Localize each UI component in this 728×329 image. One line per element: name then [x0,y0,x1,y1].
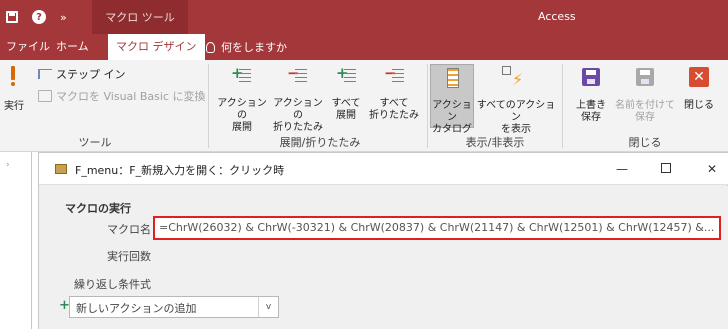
collapse-all-line2: 折りたたみ [369,110,419,121]
collapse-action-icon: − [287,66,309,86]
macro-name-value: =ChrW(26032) & ChrW(-30321) & ChrW(20837… [159,221,715,234]
save-icon[interactable] [6,11,18,23]
navigation-pane[interactable]: › [0,152,32,329]
tab-macro-design[interactable]: マクロ デザイン [108,34,205,60]
macro-name-field[interactable]: =ChrW(26032) & ChrW(-30321) & ChrW(20837… [153,216,721,240]
step-in-label: ステップ イン [56,68,126,81]
macro-name-label: マクロ名 [107,223,151,236]
group-separator [427,64,428,148]
save-button[interactable]: 上書き 保存 [570,100,612,124]
maximize-button[interactable] [653,159,679,179]
more-commands-icon[interactable]: » [60,11,67,24]
step-in-button[interactable]: ステップ イン [38,66,126,82]
repeat-count-label: 実行回数 [107,250,151,263]
save-line2: 保存 [581,112,601,123]
lightbulb-icon [206,41,215,53]
save-as-disk-icon [636,68,654,86]
collapse-action-button[interactable]: アクションの 折りたたみ [270,98,326,134]
group-label-expand-collapse: 展開/折りたたみ [279,136,361,149]
macro-window: F_menu：F_新規入力を開く：クリック時 — ✕ マクロの実行 マクロ名 =… [38,152,728,329]
group-separator [562,64,563,148]
expand-all-button[interactable]: すべて 展開 [326,98,366,122]
help-icon[interactable]: ? [32,10,46,24]
group-label-close: 閉じる [628,136,662,149]
show-all-actions-line1: すべてのアクション [476,100,556,123]
save-as-line1: 名前を付けて [615,100,675,111]
add-new-action-text: 新しいアクションの追加 [76,302,197,315]
collapse-action-line2: 折りたたみ [273,122,323,133]
chevron-down-icon[interactable]: v [258,297,278,317]
title-bar: ? » マクロ ツール Access [0,0,728,34]
convert-vb-icon [38,90,52,102]
expand-action-line1: アクションの [217,98,267,121]
convert-to-vb-button[interactable]: マクロを Visual Basic に変換 [38,88,205,104]
context-tab-macro-tools: マクロ ツール [92,0,188,34]
collapse-all-icon: − [384,66,406,86]
macro-window-title: F_menu：F_新規入力を開く：クリック時 [75,164,285,177]
close-macro-button[interactable]: 閉じる [678,100,720,112]
run-button[interactable]: 実行 [4,101,24,113]
run-icon [11,66,15,86]
collapse-all-line1: すべて [379,98,409,109]
group-label-show-hide: 表示/非表示 [465,136,525,149]
app-title: Access [538,10,576,23]
tab-file[interactable]: ファイル [6,34,50,60]
tell-me-box[interactable]: 何をしますか [206,34,287,60]
macro-body: マクロの実行 マクロ名 =ChrW(26032) & ChrW(-30321) … [39,186,728,329]
window-close-button[interactable]: ✕ [699,159,725,179]
group-separator [208,64,209,148]
expand-action-line2: 展開 [232,122,252,133]
save-as-line2: 保存 [635,112,655,123]
convert-vb-label: マクロを Visual Basic に変換 [56,90,206,103]
close-macro-icon: ✕ [689,67,709,87]
tab-home[interactable]: ホーム [56,34,89,60]
show-all-actions-button[interactable]: すべてのアクション を表示 [474,100,558,136]
group-label-tools: ツール [78,136,112,149]
macro-icon [55,164,67,174]
action-catalog-label: アクション カタログ [431,100,473,136]
action-catalog-icon [447,68,459,88]
minimize-button[interactable]: — [609,159,635,179]
expand-all-line2: 展開 [336,110,356,121]
repeat-condition-label: 繰り返し条件式 [74,278,151,291]
expand-all-line1: すべて [331,98,361,109]
ribbon-tabs: ファイル ホーム マクロ デザイン 何をしますか [0,34,728,60]
collapse-action-line1: アクションの [273,98,323,121]
save-line1: 上書き [576,100,606,111]
action-section-title: マクロの実行 [65,202,131,215]
expand-all-icon: + [336,66,358,86]
expand-action-icon: + [231,66,253,86]
tell-me-text: 何をしますか [221,41,287,54]
nav-pane-arrow-icon[interactable]: › [6,160,10,170]
quick-access-toolbar: ? » [6,0,67,34]
expand-action-button[interactable]: アクションの 展開 [214,98,270,134]
maximize-icon [661,163,671,173]
show-all-actions-icon: ⚡ [502,66,526,92]
macro-window-titlebar: F_menu：F_新規入力を開く：クリック時 — ✕ [39,153,728,185]
save-disk-icon [582,68,600,86]
add-new-action-dropdown[interactable]: 新しいアクションの追加 v [69,296,279,318]
save-as-button[interactable]: 名前を付けて 保存 [612,100,678,124]
collapse-all-button[interactable]: すべて 折りたたみ [366,98,422,122]
step-in-icon [38,69,52,79]
action-catalog-line1: アクション [432,100,472,123]
